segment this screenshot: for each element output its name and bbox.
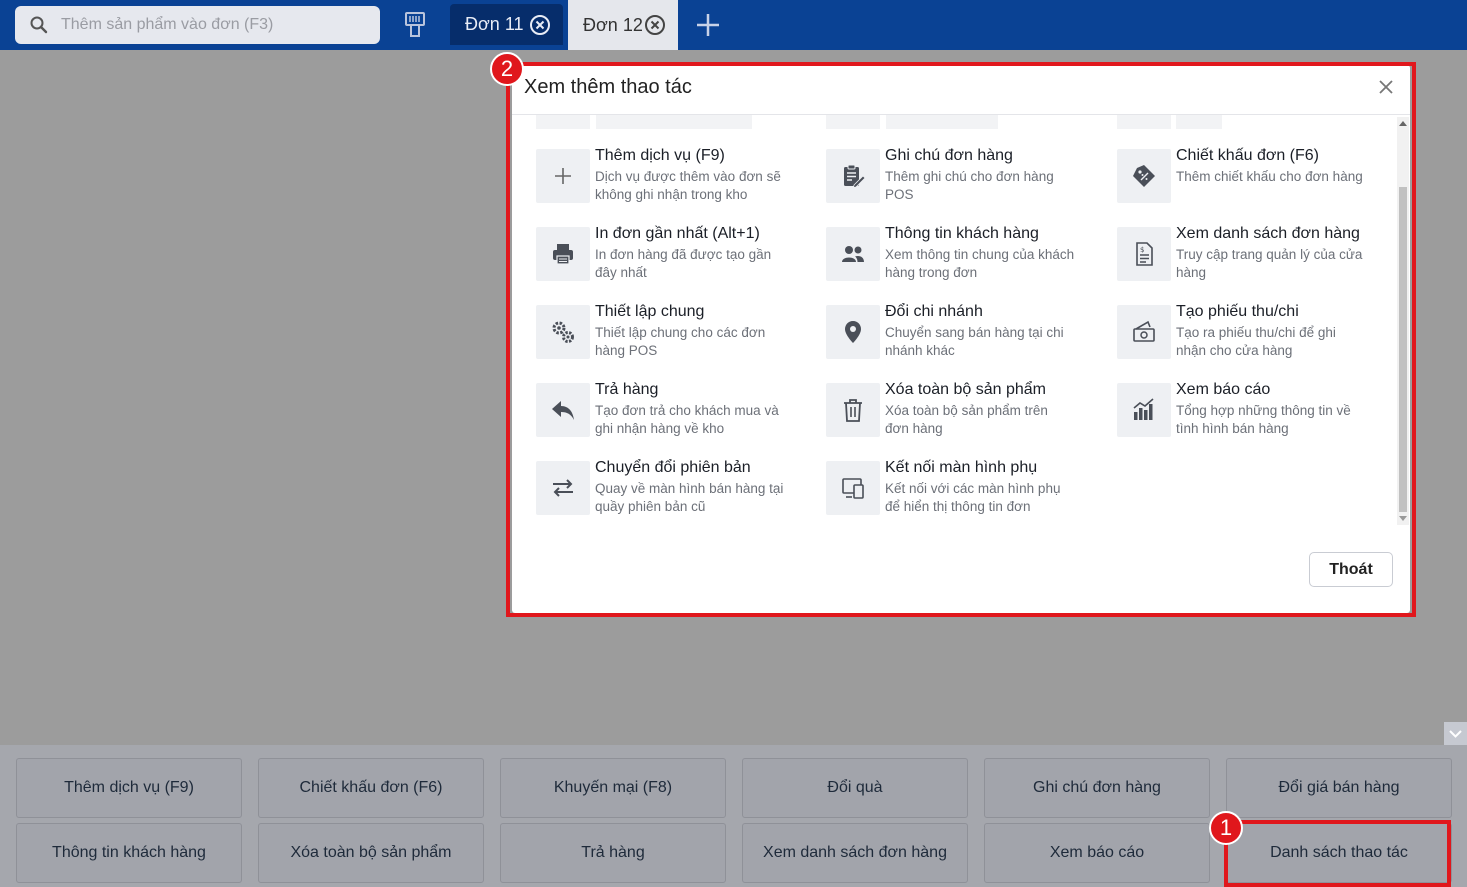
action-order-note-button[interactable]: Ghi chú đơn hàng <box>984 758 1210 818</box>
action-return-button[interactable]: Trả hàng <box>500 823 726 883</box>
action-discount-button[interactable]: Chiết khấu đơn (F6) <box>258 758 484 818</box>
tab-label: Đơn 12 <box>583 14 643 35</box>
search-input[interactable] <box>61 6 371 44</box>
chevron-down-icon <box>1449 730 1462 738</box>
step-badge-2: 2 <box>490 52 524 86</box>
step-badge-1: 1 <box>1209 811 1243 845</box>
action-order-list-button[interactable]: Xem danh sách đơn hàng <box>742 823 968 883</box>
action-add-service-button[interactable]: Thêm dịch vụ (F9) <box>16 758 242 818</box>
tab-label: Đơn 11 <box>465 14 524 34</box>
search-icon <box>30 16 48 34</box>
highlight-box-action-list <box>1224 820 1451 887</box>
close-tab-icon[interactable] <box>529 14 551 36</box>
action-promotion-button[interactable]: Khuyến mại (F8) <box>500 758 726 818</box>
product-search[interactable] <box>15 6 380 44</box>
action-clear-products-button[interactable]: Xóa toàn bộ sản phẩm <box>258 823 484 883</box>
highlight-box-modal <box>506 62 1416 617</box>
action-report-button[interactable]: Xem báo cáo <box>984 823 1210 883</box>
action-change-price-button[interactable]: Đổi giá bán hàng <box>1226 758 1452 818</box>
tab-order-12[interactable]: Đơn 12 <box>568 0 678 50</box>
top-bar: Đơn 11 Đơn 12 <box>0 0 1467 50</box>
close-tab-icon[interactable] <box>644 14 666 36</box>
collapse-actions-button[interactable] <box>1444 722 1467 745</box>
add-tab-icon[interactable] <box>694 11 722 39</box>
barcode-scanner-icon[interactable] <box>400 11 430 39</box>
action-customer-info-button[interactable]: Thông tin khách hàng <box>16 823 242 883</box>
tab-order-11[interactable]: Đơn 11 <box>450 4 563 45</box>
action-gift-exchange-button[interactable]: Đổi quà <box>742 758 968 818</box>
